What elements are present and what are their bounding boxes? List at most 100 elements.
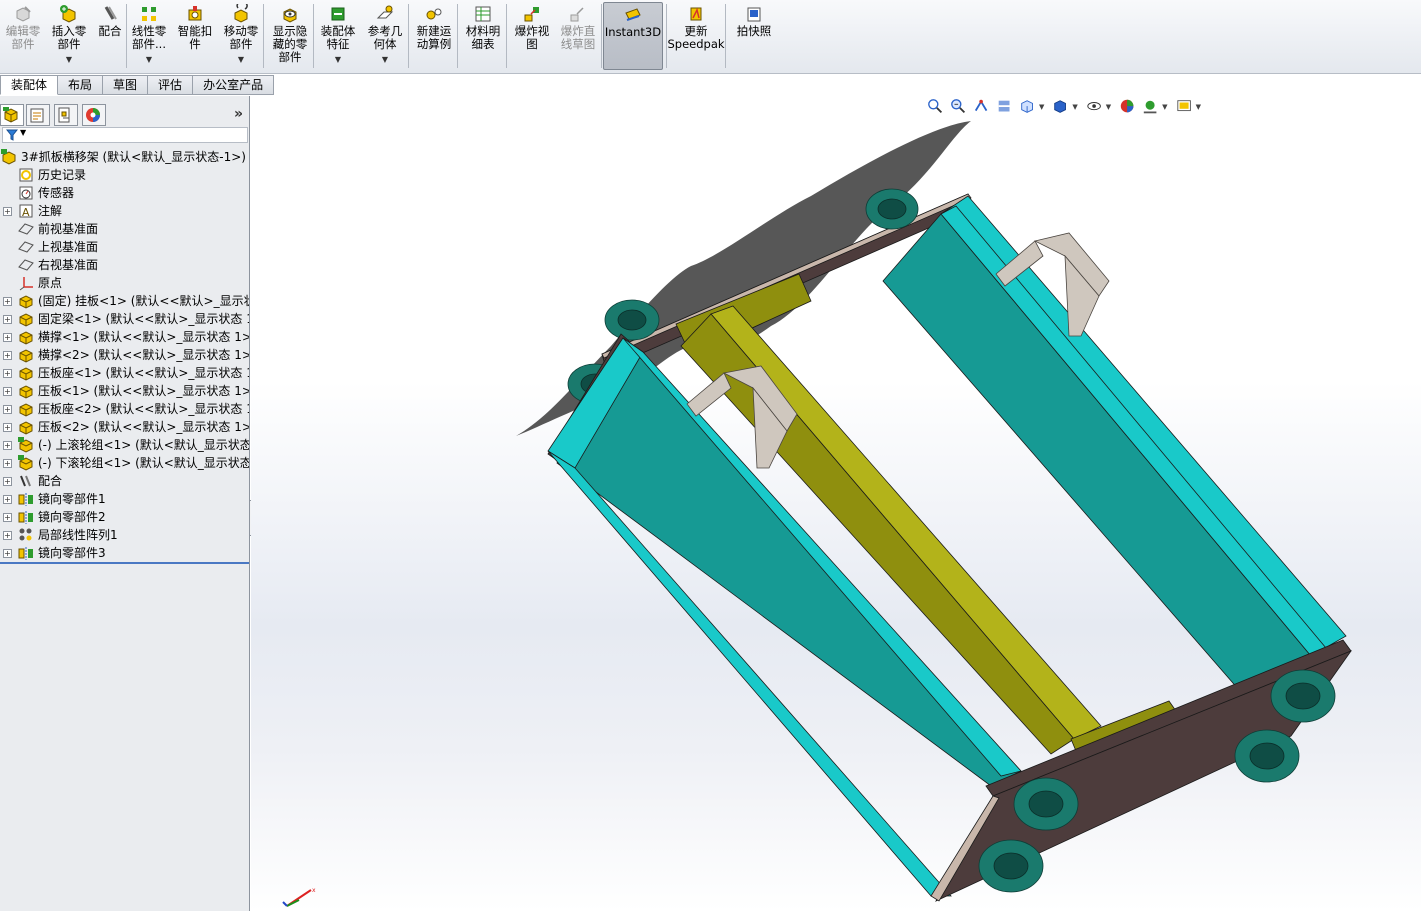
mate-button[interactable]: 配合 xyxy=(97,2,123,70)
expand-toggle-icon[interactable]: + xyxy=(3,387,12,396)
view-settings-icon[interactable] xyxy=(1176,98,1194,116)
smart-fastener-icon xyxy=(185,4,205,24)
tab-2[interactable]: 草图 xyxy=(103,75,149,95)
tree-item[interactable]: 3#抓板横移架 (默认<默认_显示状态-1>) xyxy=(0,148,249,166)
tree-item[interactable]: 右视基准面 xyxy=(0,256,249,274)
graphics-area[interactable]: ▼ ▼ ▼ ▼ ▼ x xyxy=(251,96,1421,911)
tree-item[interactable]: + (固定) 挂板<1> (默认<<默认>_显示状 xyxy=(0,292,249,310)
expand-toggle-icon[interactable]: + xyxy=(3,333,12,342)
chevron-down-icon[interactable]: ▼ xyxy=(1039,103,1044,111)
bom-button[interactable]: 材料明 细表 xyxy=(463,2,503,70)
plane-icon xyxy=(18,221,34,237)
tab-4[interactable]: 办公室产品 xyxy=(193,75,275,95)
tree-item-label: 上视基准面 xyxy=(38,240,99,254)
configuration-manager-tab[interactable] xyxy=(54,104,78,126)
speedpak-button[interactable]: 更新 Speedpak xyxy=(667,2,725,70)
tree-item[interactable]: + 镜向零部件1 xyxy=(0,490,249,508)
move-component-button[interactable]: 移动零 部件 ▼ xyxy=(222,0,260,70)
tree-item[interactable]: + 横撑<2> (默认<<默认>_显示状态 1>) xyxy=(0,346,249,364)
tree-item-label: 前视基准面 xyxy=(38,222,99,236)
exploded-view-button[interactable]: 爆炸视 图 xyxy=(512,2,552,70)
tree-item[interactable]: + 横撑<1> (默认<<默认>_显示状态 1>) xyxy=(0,328,249,346)
tree-item[interactable]: + (-) 下滚轮组<1> (默认<默认_显示状态- xyxy=(0,454,249,472)
expand-toggle-icon[interactable]: + xyxy=(3,405,12,414)
tree-item[interactable]: + 配合 xyxy=(0,472,249,490)
tree-item[interactable]: + 局部线性阵列1 xyxy=(0,526,249,544)
tab-0[interactable]: 装配体 xyxy=(0,75,59,95)
part-icon xyxy=(18,293,34,309)
expand-toggle-icon[interactable]: + xyxy=(3,315,12,324)
expand-toggle-icon[interactable]: + xyxy=(3,207,12,216)
linear-pattern-button[interactable]: 线性零 部件... ▼ xyxy=(128,2,170,70)
tree-item[interactable]: 传感器 xyxy=(0,184,249,202)
tree-item[interactable]: + 压板<1> (默认<<默认>_显示状态 1>) xyxy=(0,382,249,400)
tree-item[interactable]: + 镜向零部件2 xyxy=(0,508,249,526)
expand-toggle-icon[interactable]: + xyxy=(3,351,12,360)
ribbon-button-label: 智能扣 件 xyxy=(177,24,213,51)
tree-item-label: 镜向零部件2 xyxy=(38,510,106,524)
assembly-model[interactable] xyxy=(251,96,1421,911)
display-style-icon[interactable] xyxy=(1052,98,1070,116)
tree-item[interactable]: 原点 xyxy=(0,274,249,292)
chevron-down-icon[interactable]: ▼ xyxy=(146,53,152,66)
show-hidden-button[interactable]: 显示隐 藏的零 部件 xyxy=(270,2,310,70)
expand-toggle-icon[interactable]: + xyxy=(3,495,12,504)
chevron-down-icon[interactable]: ▼ xyxy=(238,53,244,66)
tree-item[interactable]: 历史记录 xyxy=(0,166,249,184)
tab-3[interactable]: 评估 xyxy=(148,75,194,95)
edit-component-icon xyxy=(13,4,33,24)
expand-toggle-icon[interactable]: + xyxy=(3,297,12,306)
assembly-feature-button[interactable]: 装配体 特征 ▼ xyxy=(318,2,358,70)
instant3d-icon xyxy=(623,5,643,25)
chevron-down-icon[interactable]: ▼ xyxy=(1196,103,1201,111)
reference-geometry-button[interactable]: 参考几 何体 ▼ xyxy=(365,2,405,70)
zoom-to-area-icon[interactable] xyxy=(950,98,968,116)
ribbon-button-label: 新建运 动算例 xyxy=(416,24,452,51)
tree-item[interactable]: + A 注解 xyxy=(0,202,249,220)
tree-item-label: (固定) 挂板<1> (默认<<默认>_显示状 xyxy=(38,294,249,308)
edit-appearance-icon[interactable] xyxy=(1119,98,1137,116)
display-manager-tab[interactable] xyxy=(82,104,106,126)
tree-item[interactable]: + 压板座<1> (默认<<默认>_显示状态 1 xyxy=(0,364,249,382)
chevron-down-icon[interactable]: ▼ xyxy=(1072,103,1077,111)
smart-fastener-button[interactable]: 智能扣 件 xyxy=(176,2,214,70)
hide-show-items-icon[interactable] xyxy=(1086,98,1104,116)
ribbon-button-label: 插入零 部件 xyxy=(51,24,87,51)
previous-view-icon[interactable] xyxy=(973,98,991,116)
expand-toggle-icon[interactable]: + xyxy=(3,477,12,486)
motion-study-button[interactable]: 新建运 动算例 xyxy=(414,2,454,70)
tab-1[interactable]: 布局 xyxy=(58,75,104,95)
tree-item[interactable]: + (-) 上滚轮组<1> (默认<默认_显示状态- xyxy=(0,436,249,454)
tree-item[interactable]: + 镜向零部件3 xyxy=(0,544,249,562)
snapshot-button[interactable]: 拍快照 xyxy=(734,2,774,70)
tree-item[interactable]: 上视基准面 xyxy=(0,238,249,256)
explode-line-button[interactable]: 爆炸直 线草图 xyxy=(558,2,598,70)
feature-manager-tab[interactable] xyxy=(0,104,24,126)
edit-component-button[interactable]: 编辑零 部件 xyxy=(4,2,42,70)
expand-toggle-icon[interactable]: + xyxy=(3,513,12,522)
expand-toggle-icon[interactable]: + xyxy=(3,531,12,540)
apply-scene-icon[interactable] xyxy=(1142,98,1160,116)
section-view-icon[interactable] xyxy=(996,98,1014,116)
instant3d-button[interactable]: Instant3D xyxy=(603,2,663,70)
chevron-down-icon[interactable]: ▼ xyxy=(335,53,341,66)
property-manager-tab[interactable] xyxy=(26,104,50,126)
tree-filter[interactable]: ▼ xyxy=(2,127,248,143)
expand-toggle-icon[interactable]: + xyxy=(3,423,12,432)
tree-item[interactable]: + 压板座<2> (默认<<默认>_显示状态 1 xyxy=(0,400,249,418)
chevron-down-icon[interactable]: ▼ xyxy=(1106,103,1111,111)
expand-toggle-icon[interactable]: + xyxy=(3,459,12,468)
tree-item[interactable]: + 固定梁<1> (默认<<默认>_显示状态 1 xyxy=(0,310,249,328)
insert-component-button[interactable]: 插入零 部件 ▼ xyxy=(50,2,88,70)
view-orientation-icon[interactable] xyxy=(1019,98,1037,116)
chevron-down-icon[interactable]: ▼ xyxy=(66,53,72,66)
expand-toggle-icon[interactable]: + xyxy=(3,369,12,378)
zoom-to-fit-icon[interactable] xyxy=(927,98,945,116)
chevron-down-icon[interactable]: ▼ xyxy=(1162,103,1167,111)
panel-more-chevron[interactable]: » xyxy=(234,106,243,122)
expand-toggle-icon[interactable]: + xyxy=(3,549,12,558)
expand-toggle-icon[interactable]: + xyxy=(3,441,12,450)
tree-item[interactable]: 前视基准面 xyxy=(0,220,249,238)
tree-item[interactable]: + 压板<2> (默认<<默认>_显示状态 1>) xyxy=(0,418,249,436)
chevron-down-icon[interactable]: ▼ xyxy=(382,53,388,66)
